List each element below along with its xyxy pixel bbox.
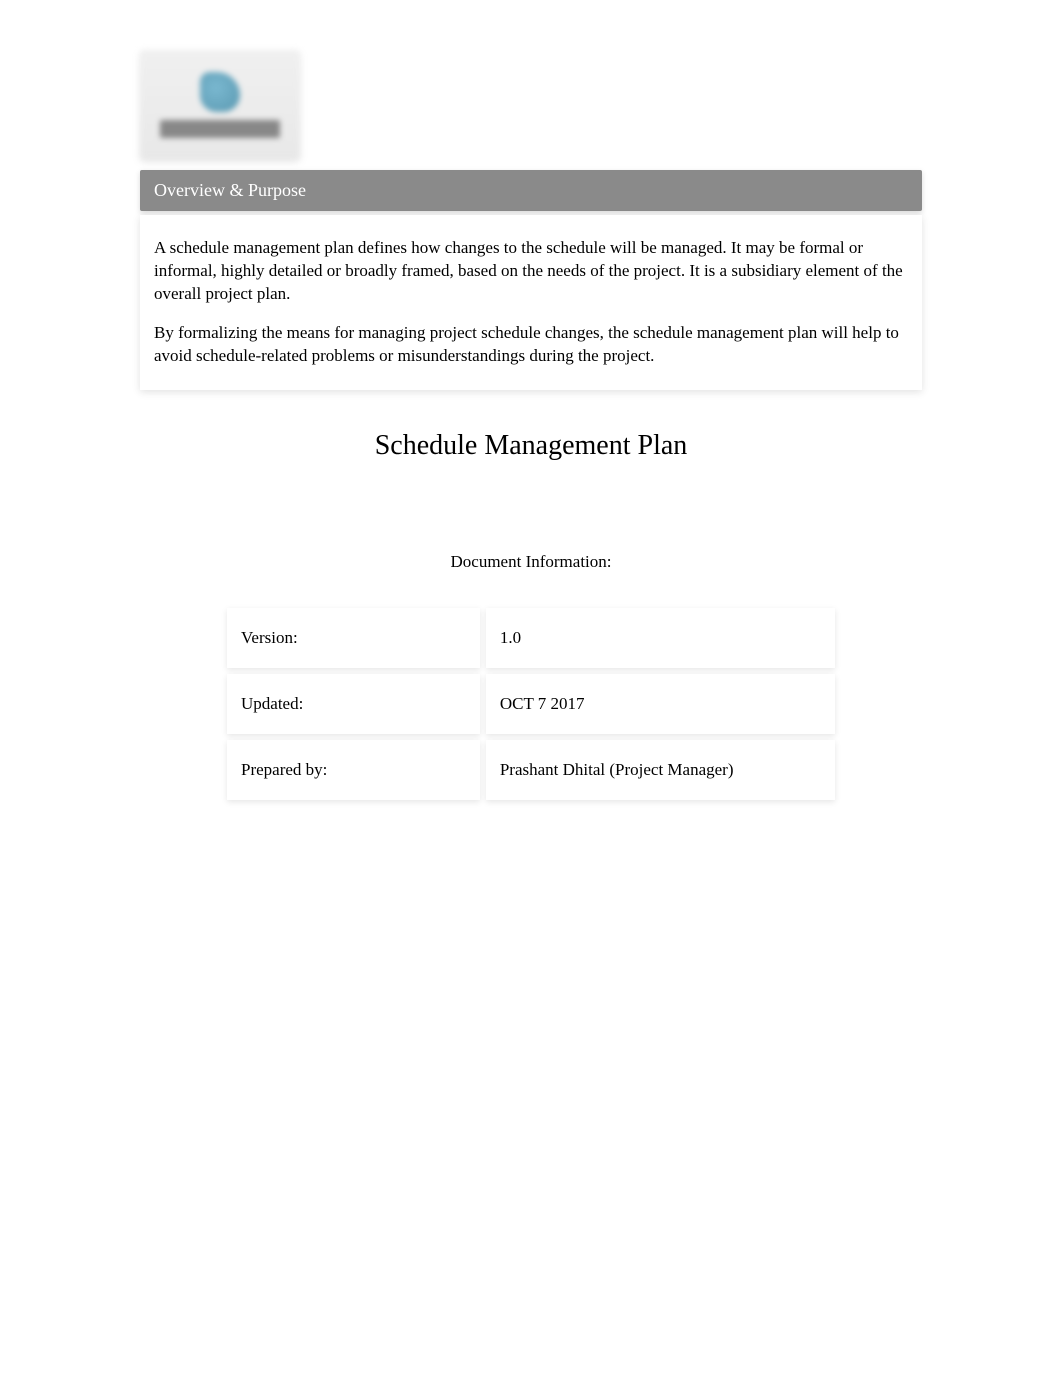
section-body: A schedule management plan defines how c… — [140, 215, 922, 390]
info-label: Prepared by: — [227, 740, 480, 800]
overview-paragraph-1: A schedule management plan defines how c… — [154, 237, 908, 306]
logo-icon — [200, 72, 240, 112]
logo-text — [160, 120, 280, 138]
info-label: Version: — [227, 608, 480, 668]
info-value: Prashant Dhital (Project Manager) — [486, 740, 835, 800]
table-row: Updated: OCT 7 2017 — [227, 674, 835, 734]
document-title: Schedule Management Plan — [140, 430, 922, 462]
document-info-table: Version: 1.0 Updated: OCT 7 2017 Prepare… — [221, 602, 841, 806]
info-value: OCT 7 2017 — [486, 674, 835, 734]
info-label: Updated: — [227, 674, 480, 734]
document-info-label: Document Information: — [140, 552, 922, 572]
table-row: Prepared by: Prashant Dhital (Project Ma… — [227, 740, 835, 800]
company-logo — [140, 50, 300, 160]
section-header: Overview & Purpose — [140, 170, 922, 211]
overview-paragraph-2: By formalizing the means for managing pr… — [154, 322, 908, 368]
info-value: 1.0 — [486, 608, 835, 668]
page-container: Overview & Purpose A schedule management… — [0, 0, 1062, 806]
table-row: Version: 1.0 — [227, 608, 835, 668]
